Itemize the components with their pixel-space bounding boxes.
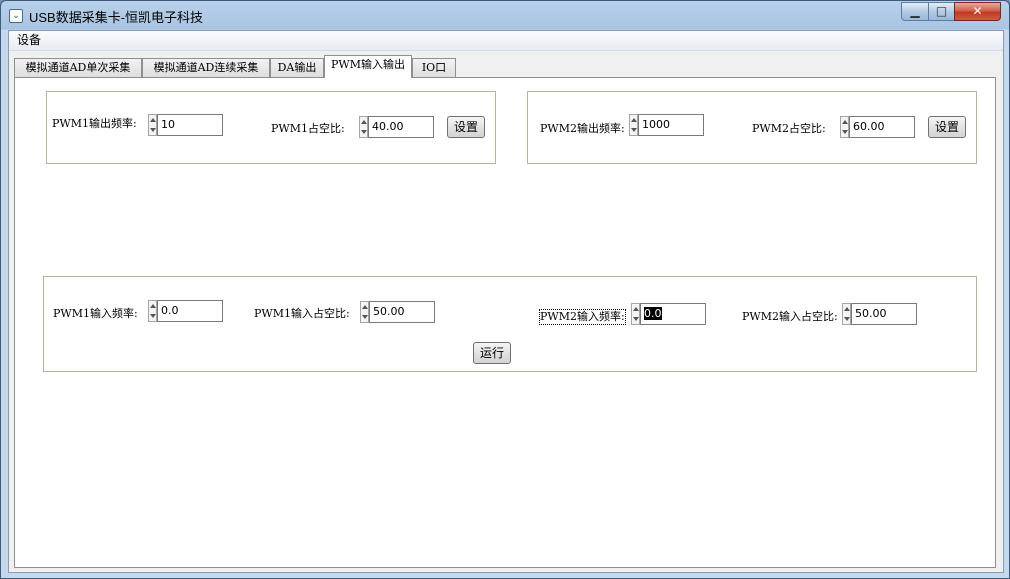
pwm1-output-freq-label: PWM1输出频率: — [52, 117, 137, 130]
pwm2-output-freq-spin-icon[interactable] — [629, 114, 638, 136]
pwm2-input-freq-value: 0.0 — [644, 307, 662, 320]
pwm1-duty-spin-icon[interactable] — [359, 116, 368, 138]
tab-panel-pwm: PWM1输出频率: 10 PWM1占空比: 40.00 设置 PWM2输出频率:… — [14, 77, 996, 568]
pwm1-duty-input[interactable]: 40.00 — [368, 116, 434, 138]
window-icon[interactable]: ⌄ — [9, 9, 23, 23]
pwm2-output-group: PWM2输出频率: 1000 PWM2占空比: 60.00 设置 — [527, 91, 977, 164]
menu-item-device[interactable]: 设备 — [14, 33, 44, 48]
pwm1-input-duty-spin-icon[interactable] — [360, 301, 369, 323]
minimize-button[interactable]: ▁ — [901, 2, 929, 21]
pwm1-input-freq-label: PWM1输入频率: — [53, 307, 138, 320]
menu-bar: 设备 — [9, 31, 1003, 51]
tab-pwm-io[interactable]: PWM输入输出 — [324, 55, 412, 78]
pwm1-duty-label: PWM1占空比: — [271, 122, 345, 135]
tab-da-output[interactable]: DA输出 — [270, 58, 324, 77]
window-title: USB数据采集卡-恒凯电子科技 — [29, 10, 204, 25]
pwm2-set-button[interactable]: 设置 — [928, 116, 966, 138]
pwm2-output-freq-input[interactable]: 1000 — [638, 114, 704, 136]
pwm2-duty-input[interactable]: 60.00 — [849, 116, 915, 138]
pwm1-input-duty-field[interactable]: 50.00 — [369, 301, 435, 323]
tab-ad-single[interactable]: 模拟通道AD单次采集 — [14, 58, 142, 77]
pwm1-output-group: PWM1输出频率: 10 PWM1占空比: 40.00 设置 — [46, 91, 496, 164]
pwm2-input-freq-spin-icon[interactable] — [631, 303, 640, 325]
pwm1-input-freq-spin-icon[interactable] — [148, 300, 157, 322]
pwm2-duty-label: PWM2占空比: — [752, 122, 826, 135]
pwm1-input-duty-label: PWM1输入占空比: — [254, 307, 350, 320]
pwm2-input-duty-label: PWM2输入占空比: — [742, 310, 838, 323]
pwm1-input-freq-field[interactable]: 0.0 — [157, 300, 223, 322]
title-bar[interactable]: ⌄ USB数据采集卡-恒凯电子科技 — [1, 1, 1009, 30]
pwm1-output-freq-input[interactable]: 10 — [157, 114, 223, 136]
close-button[interactable]: ✕ — [954, 2, 1001, 21]
maximize-button[interactable]: □ — [928, 2, 955, 21]
pwm2-input-freq-field[interactable]: 0.0 — [640, 303, 706, 325]
run-button[interactable]: 运行 — [473, 342, 511, 364]
pwm2-input-freq-label: PWM2输入频率: — [539, 309, 626, 325]
pwm1-output-freq-spin-icon[interactable] — [148, 114, 157, 136]
pwm-input-group: PWM1输入频率: 0.0 PWM1输入占空比: 50.00 PWM2输入频率:… — [43, 276, 977, 372]
app-window: ⌄ USB数据采集卡-恒凯电子科技 ▁ □ ✕ 设备 模拟通道AD单次采集 模拟… — [0, 0, 1010, 579]
pwm2-duty-spin-icon[interactable] — [840, 116, 849, 138]
pwm2-output-freq-label: PWM2输出频率: — [540, 122, 625, 135]
tab-io-port[interactable]: IO口 — [412, 58, 456, 77]
pwm2-input-duty-field[interactable]: 50.00 — [851, 303, 917, 325]
client-area: 设备 模拟通道AD单次采集 模拟通道AD连续采集 DA输出 PWM输入输出 IO… — [8, 30, 1004, 573]
pwm2-input-duty-spin-icon[interactable] — [842, 303, 851, 325]
pwm1-set-button[interactable]: 设置 — [447, 116, 485, 138]
tab-ad-continuous[interactable]: 模拟通道AD连续采集 — [142, 58, 270, 77]
